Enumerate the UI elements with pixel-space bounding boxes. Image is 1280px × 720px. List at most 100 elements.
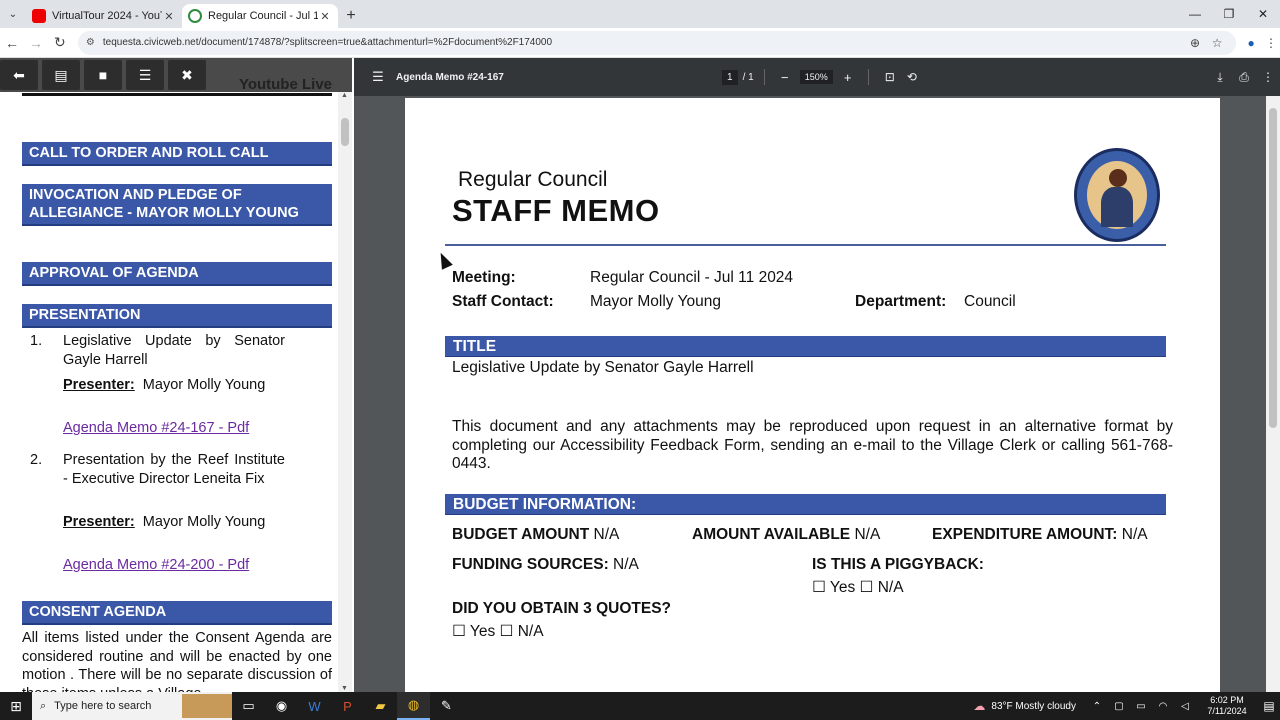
quotes-options: ☐ Yes ☐ N/A [452,623,544,640]
taskbar-clock[interactable]: 6:02 PM 7/11/2024 [1196,695,1258,717]
piggyback-options: ☐ Yes ☐ N/A [812,579,904,596]
pdf-actions: ⤓ ⎙ ⋮ [1208,70,1280,85]
presenter-label: Presenter: [63,377,135,393]
page-number-input[interactable]: 1 [722,69,738,85]
meeting-value: Regular Council - Jul 11 2024 [590,269,794,286]
rotate-icon[interactable]: ⟲ [901,70,923,84]
staff-contact-value: Mayor Molly Young [590,293,721,310]
scroll-up-icon[interactable]: ▲ [341,92,348,99]
page-indicator: 1 / 1 [722,69,754,85]
weather-widget[interactable]: ☁ 83°F Mostly cloudy [973,699,1076,713]
section-invocation[interactable]: INVOCATION AND PLEDGE OF ALLEGIANCE - MA… [22,184,332,226]
reload-icon[interactable]: ↻ [48,34,72,51]
pdf-scrollbar[interactable] [1266,96,1280,692]
pdf-menu-icon[interactable]: ☰ [360,69,396,85]
scrollbar-thumb[interactable] [1269,108,1277,428]
amount-available: AMOUNT AVAILABLE N/A [692,526,880,544]
browser-tab-strip: ⌄ VirtualTour 2024 - YouTube ✕ Regular C… [0,0,1280,28]
tab-close-icon[interactable]: ✕ [162,10,176,23]
browser-menu-icon[interactable]: ⋮ [1262,36,1280,50]
fit-page-icon[interactable]: ⊡ [879,70,901,84]
pdf-toolbar: ☰ Agenda Memo #24-167 1 / 1 − 150% + ⊡ ⟲… [354,58,1280,96]
tab-youtube[interactable]: VirtualTour 2024 - YouTube ✕ [26,4,182,28]
title-bar: TITLE [445,336,1166,357]
department-label: Department: [855,293,947,310]
presenter-label: Presenter: [63,514,135,530]
app-launcher-icon[interactable]: ✎ [430,692,463,720]
funding-sources: FUNDING SOURCES: N/A [452,556,639,574]
back-icon[interactable]: ← [0,35,24,51]
agenda-memo-link[interactable]: Agenda Memo #24-200 - Pdf [63,557,249,573]
pdf-viewer: ☰ Agenda Memo #24-167 1 / 1 − 150% + ⊡ ⟲… [354,58,1280,692]
bookmark-star-icon[interactable]: ☆ [1206,36,1228,50]
scroll-down-icon[interactable]: ▼ [341,685,348,692]
url-bar[interactable]: ⚙ tequesta.civicweb.net/document/174878/… [77,30,1237,55]
windows-taskbar: ⊞ ⌕ Type here to search ▭ ◉ W P ▰ ◍ ✎ ☁ … [0,692,1280,720]
app-icon[interactable]: ◉ [265,692,298,720]
section-call-to-order[interactable]: CALL TO ORDER AND ROLL CALL [22,142,332,166]
zoom-in-icon[interactable]: + [838,70,858,85]
page-total: / 1 [742,71,754,83]
forward-icon[interactable]: → [24,35,48,51]
memo-title: STAFF MEMO [452,193,660,228]
toolbar-divider [867,69,869,85]
agenda-memo-link[interactable]: Agenda Memo #24-167 - Pdf [63,420,249,436]
restore-icon[interactable]: ❐ [1212,0,1246,28]
expenditure-amount: EXPENDITURE AMOUNT: N/A [932,526,1148,544]
battery-icon[interactable]: ▭ [1130,701,1152,712]
tab-close-icon[interactable]: ✕ [318,10,332,23]
taskbar-search[interactable]: ⌕ Type here to search [32,692,232,720]
pdf-title: Agenda Memo #24-167 [396,71,504,83]
section-presentation[interactable]: PRESENTATION [22,304,332,328]
taskbar-search-placeholder: Type here to search [54,700,152,712]
youtube-icon [32,9,46,23]
tab-regular-council[interactable]: Regular Council - Jul 11 2024 - ✕ [182,4,338,28]
network-icon[interactable]: ◠ [1152,701,1174,712]
section-consent[interactable]: CONSENT AGENDA [22,601,332,625]
more-options-icon[interactable]: ⋮ [1256,70,1280,85]
piggyback-label: IS THIS A PIGGYBACK: [812,556,984,573]
zoom-level-input[interactable]: 150% [799,70,833,84]
amount-available-value: N/A [854,526,881,543]
toolbar-divider [763,69,765,85]
zoom-out-icon[interactable]: − [775,70,795,85]
minimize-icon[interactable]: — [1178,0,1212,28]
tray-chevron-icon[interactable]: ⌃ [1086,701,1108,712]
budget-amount-value: N/A [593,526,620,543]
windows-start-icon[interactable]: ⊞ [0,692,32,720]
profile-icon[interactable]: ● [1240,32,1262,54]
memo-subtitle: Regular Council [458,168,608,191]
new-tab-button[interactable]: + [338,4,364,28]
section-approval[interactable]: APPROVAL OF AGENDA [22,262,332,286]
department-value: Council [964,293,1016,310]
notifications-icon[interactable]: ▤ [1258,699,1280,713]
site-info-icon[interactable]: ⚙ [86,37,95,48]
item-text: Legislative Update by Senator Gayle Harr… [63,333,285,368]
expenditure-label: EXPENDITURE AMOUNT: [932,526,1118,543]
chrome-icon[interactable]: ◍ [397,692,430,720]
meet-now-icon[interactable]: ▢ [1108,701,1130,712]
scrollbar-thumb[interactable] [341,118,349,146]
tab-search-chevron-icon[interactable]: ⌄ [0,0,26,28]
file-explorer-icon[interactable]: ▰ [364,692,397,720]
word-icon[interactable]: W [298,692,331,720]
item-number: 1. [30,333,43,349]
tab-label: VirtualTour 2024 - YouTube [52,10,162,22]
item-number: 2. [30,452,43,468]
header-rule [445,244,1166,246]
volume-icon[interactable]: ◁ [1174,701,1196,712]
quotes-label: DID YOU OBTAIN 3 QUOTES? [452,600,672,617]
expenditure-value: N/A [1121,526,1148,543]
url-text[interactable]: tequesta.civicweb.net/document/174878/?s… [103,37,1184,48]
task-view-icon[interactable]: ▭ [232,692,265,720]
print-icon[interactable]: ⎙ [1232,70,1256,85]
clock-date: 7/11/2024 [1207,706,1247,716]
budget-amount-label: BUDGET AMOUNT [452,526,590,543]
download-icon[interactable]: ⤓ [1208,70,1232,85]
close-window-icon[interactable]: ✕ [1246,0,1280,28]
agenda-scrollbar[interactable]: ▲ ▼ [338,92,352,692]
item-presenter: Presenter: Mayor Molly Young [63,513,285,532]
pdf-page: Regular Council STAFF MEMO Meeting: Regu… [405,98,1220,692]
zoom-icon[interactable]: ⊕ [1184,36,1206,50]
powerpoint-icon[interactable]: P [331,692,364,720]
